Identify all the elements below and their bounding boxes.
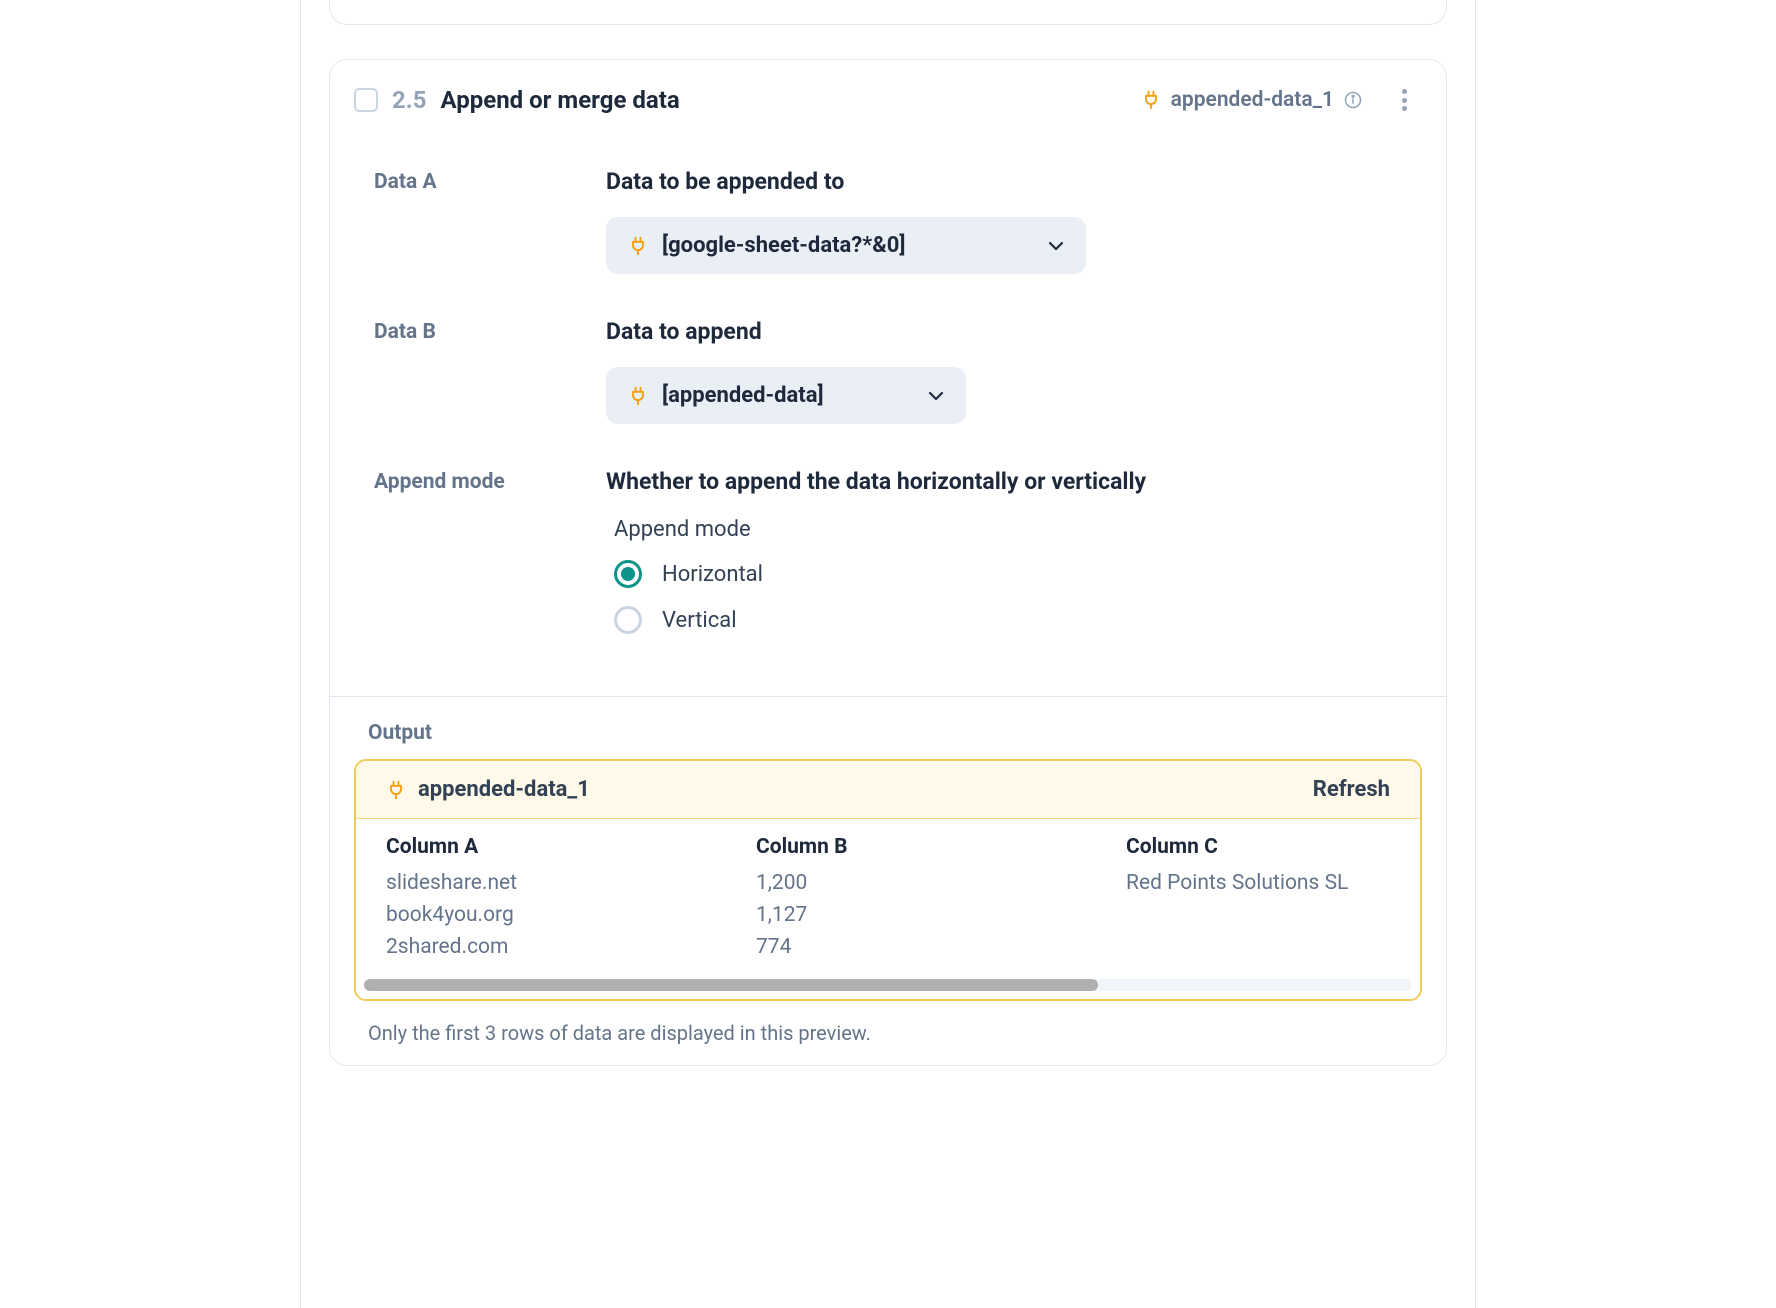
info-icon[interactable] [1344,91,1362,109]
step-title: Append or merge data [441,86,1127,114]
chevron-down-icon [1048,241,1064,251]
chevron-down-icon [928,391,944,401]
output-table: Column AColumn BColumn C slideshare.net1,… [356,819,1420,969]
table-cell: 774 [756,935,1126,959]
refresh-button[interactable]: Refresh [1313,777,1390,802]
output-section: Output appended-data_1 Refresh Column AC… [330,696,1446,1065]
plug-icon [628,236,648,256]
field-title-data-a: Data to be appended to [606,168,1402,195]
field-title-append-mode: Whether to append the data horizontally … [606,468,1402,495]
previous-step-card-edge [329,0,1447,25]
field-label-append-mode: Append mode [374,468,606,494]
field-label-data-b: Data B [374,318,606,344]
radio-horizontal[interactable]: Horizontal [614,560,1402,588]
step-card: 2.5 Append or merge data appended-data_1 [329,59,1447,1066]
table-header: Column B [756,835,1126,863]
table-header: Column C [1126,835,1390,863]
select-data-b[interactable]: [appended-data] [606,367,966,424]
field-data-b: Data B Data to append [appended-data] [374,318,1402,424]
scrollbar-thumb[interactable] [364,979,1098,991]
more-menu-icon[interactable] [1392,87,1416,113]
output-box: appended-data_1 Refresh Column AColumn B… [354,759,1422,1001]
radio-button [614,560,642,588]
radio-horizontal-label: Horizontal [662,562,763,587]
table-cell: slideshare.net [386,871,756,895]
table-cell [1126,935,1390,959]
table-cell: 1,200 [756,871,1126,895]
table-header: Column A [386,835,756,863]
table-cell [1126,903,1390,927]
output-box-name: appended-data_1 [418,777,1301,802]
field-data-a: Data A Data to be appended to [google-sh… [374,168,1402,274]
plug-icon [628,386,648,406]
step-body: Data A Data to be appended to [google-sh… [330,168,1446,696]
step-output-name: appended-data_1 [1171,88,1334,112]
table-cell: Red Points Solutions SL [1126,871,1390,895]
radio-vertical-label: Vertical [662,608,737,633]
table-cell: 1,127 [756,903,1126,927]
workflow-panel: 2.5 Append or merge data appended-data_1 [300,0,1476,1308]
radio-vertical[interactable]: Vertical [614,606,1402,634]
horizontal-scrollbar[interactable] [364,979,1412,991]
step-header: 2.5 Append or merge data appended-data_1 [330,60,1446,140]
table-cell: book4you.org [386,903,756,927]
radio-group-label: Append mode [614,517,1402,542]
step-header-right: appended-data_1 [1141,87,1416,113]
preview-note: Only the first 3 rows of data are displa… [368,1021,1412,1045]
plug-icon [1141,90,1161,110]
field-title-data-b: Data to append [606,318,1402,345]
step-number: 2.5 [392,86,427,114]
output-box-header: appended-data_1 Refresh [356,761,1420,819]
field-append-mode: Append mode Whether to append the data h… [374,468,1402,652]
select-data-a-value: [google-sheet-data?*&0] [662,233,1014,258]
select-data-b-value: [appended-data] [662,383,894,408]
plug-icon [386,780,406,800]
output-heading: Output [368,721,1422,745]
radio-button [614,606,642,634]
select-data-a[interactable]: [google-sheet-data?*&0] [606,217,1086,274]
field-label-data-a: Data A [374,168,606,194]
table-cell: 2shared.com [386,935,756,959]
step-checkbox[interactable] [354,88,378,112]
